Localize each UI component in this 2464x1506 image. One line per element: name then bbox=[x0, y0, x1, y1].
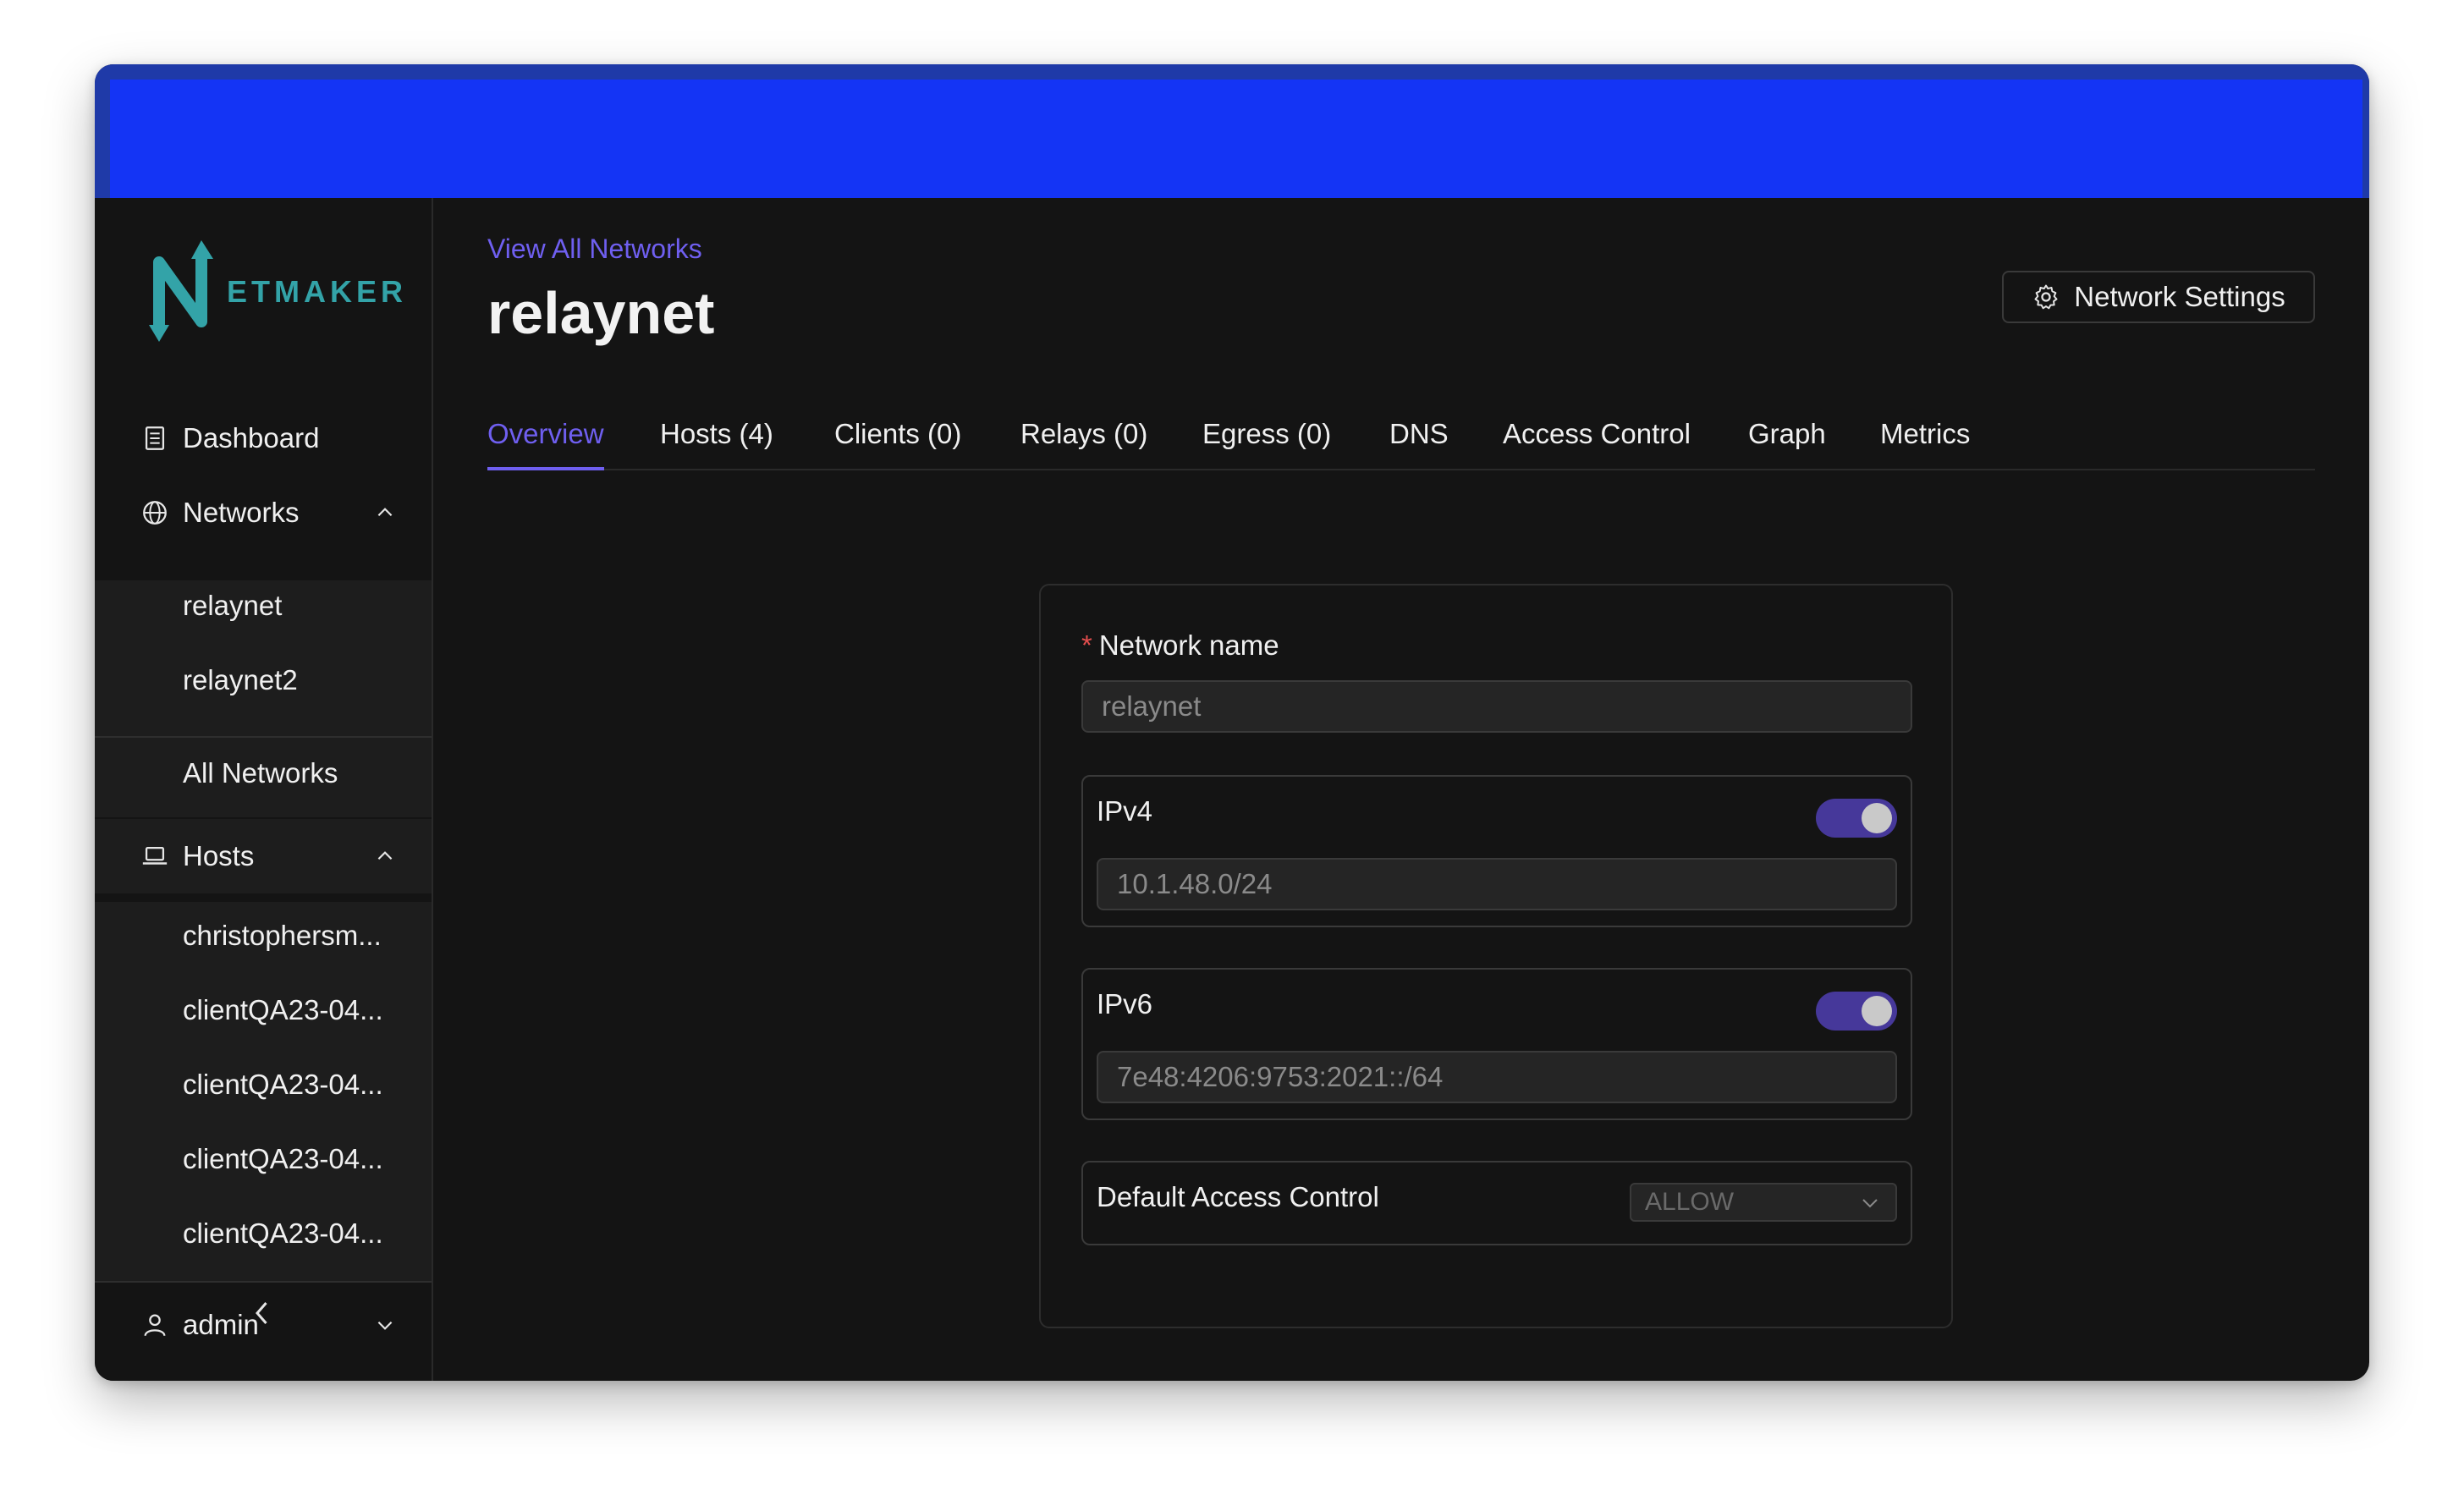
main-content: View All Networks relaynet Network Setti… bbox=[433, 198, 2369, 1381]
sidebar-item-label: Networks bbox=[183, 497, 300, 528]
tab-overview[interactable]: Overview bbox=[487, 418, 604, 470]
tab-metrics[interactable]: Metrics bbox=[1880, 418, 1970, 469]
sidebar-item-dashboard[interactable]: Dashboard bbox=[95, 401, 432, 475]
network-settings-button[interactable]: Network Settings bbox=[2002, 271, 2315, 323]
sidebar-item-relaynet2[interactable]: relaynet2 bbox=[183, 643, 298, 717]
divider bbox=[95, 1281, 432, 1283]
sidebar-item-all-networks[interactable]: All Networks bbox=[183, 736, 338, 811]
dashboard-icon bbox=[145, 426, 165, 450]
default-access-control-select[interactable]: ALLOW bbox=[1630, 1183, 1897, 1222]
gear-icon bbox=[2034, 284, 2058, 310]
network-overview-card: * Network name relaynet IPv4 10.1.48.0/24… bbox=[1039, 584, 1953, 1328]
ipv4-toggle[interactable] bbox=[1816, 799, 1897, 838]
app-window: ETMAKER Dashboard Networks relaynet rela… bbox=[95, 64, 2369, 1381]
sidebar-item-networks[interactable]: Networks bbox=[95, 475, 432, 550]
tab-hosts[interactable]: Hosts (4) bbox=[660, 418, 773, 469]
page-title: relaynet bbox=[487, 280, 715, 346]
ipv6-label: IPv6 bbox=[1097, 988, 1153, 1020]
tab-relays[interactable]: Relays (0) bbox=[1020, 418, 1147, 469]
hosts-submenu: christophersm... clientQA23-04... client… bbox=[95, 902, 432, 1281]
view-all-networks-link[interactable]: View All Networks bbox=[487, 234, 702, 265]
logo-text: ETMAKER bbox=[227, 274, 407, 309]
required-marker: * bbox=[1081, 629, 1092, 661]
ipv6-group: IPv6 7e48:4206:9753:2021::/64 bbox=[1081, 968, 1912, 1120]
ipv4-group: IPv4 10.1.48.0/24 bbox=[1081, 775, 1912, 927]
networks-submenu: relaynet relaynet2 All Networks bbox=[95, 580, 432, 817]
network-settings-label: Network Settings bbox=[2074, 281, 2285, 312]
sidebar-item-host[interactable]: clientQA23-04... bbox=[183, 1047, 383, 1122]
tab-bar: Overview Hosts (4) Clients (0) Relays (0… bbox=[487, 418, 2315, 470]
laptop-icon bbox=[142, 846, 168, 865]
ipv6-toggle[interactable] bbox=[1816, 992, 1897, 1031]
ipv4-label: IPv4 bbox=[1097, 795, 1153, 827]
sidebar-item-relaynet[interactable]: relaynet bbox=[183, 569, 282, 643]
user-icon bbox=[144, 1314, 166, 1337]
network-name-label: * Network name bbox=[1081, 629, 1279, 662]
default-access-control-value: ALLOW bbox=[1645, 1188, 1735, 1216]
default-access-control-label: Default Access Control bbox=[1097, 1181, 1379, 1212]
top-banner bbox=[110, 80, 2362, 198]
chevron-down-icon bbox=[1862, 1199, 1878, 1208]
default-access-control-group: Default Access Control ALLOW bbox=[1081, 1161, 1912, 1245]
chevron-up-icon[interactable] bbox=[374, 845, 396, 867]
toggle-knob bbox=[1862, 803, 1892, 833]
sidebar-item-host[interactable]: christophersm... bbox=[183, 899, 382, 973]
sidebar-item-host[interactable]: clientQA23-04... bbox=[183, 1122, 383, 1196]
chevron-down-icon[interactable] bbox=[374, 1314, 396, 1336]
tab-clients[interactable]: Clients (0) bbox=[834, 418, 961, 469]
tab-dns[interactable]: DNS bbox=[1389, 418, 1449, 469]
tab-egress[interactable]: Egress (0) bbox=[1202, 418, 1331, 469]
ipv4-input[interactable]: 10.1.48.0/24 bbox=[1097, 858, 1897, 910]
tab-access-control[interactable]: Access Control bbox=[1503, 418, 1691, 469]
network-name-input[interactable]: relaynet bbox=[1081, 680, 1912, 733]
sidebar-item-host[interactable]: clientQA23-04... bbox=[183, 973, 383, 1047]
network-name-label-text: Network name bbox=[1098, 629, 1279, 661]
sidebar-item-hosts[interactable]: Hosts bbox=[95, 819, 432, 893]
globe-icon bbox=[143, 501, 167, 525]
toggle-knob bbox=[1862, 996, 1892, 1026]
sidebar-item-label: Dashboard bbox=[183, 422, 320, 453]
tab-graph[interactable]: Graph bbox=[1748, 418, 1826, 469]
sidebar-item-label: Hosts bbox=[183, 840, 255, 871]
sidebar: ETMAKER Dashboard Networks relaynet rela… bbox=[95, 198, 433, 1381]
netmaker-logo[interactable]: ETMAKER bbox=[142, 228, 403, 347]
ipv6-input[interactable]: 7e48:4206:9753:2021::/64 bbox=[1097, 1051, 1897, 1103]
sidebar-item-host[interactable]: clientQA23-04... bbox=[183, 1196, 383, 1271]
chevron-up-icon[interactable] bbox=[374, 502, 396, 524]
collapse-sidebar-icon[interactable] bbox=[247, 1298, 278, 1328]
